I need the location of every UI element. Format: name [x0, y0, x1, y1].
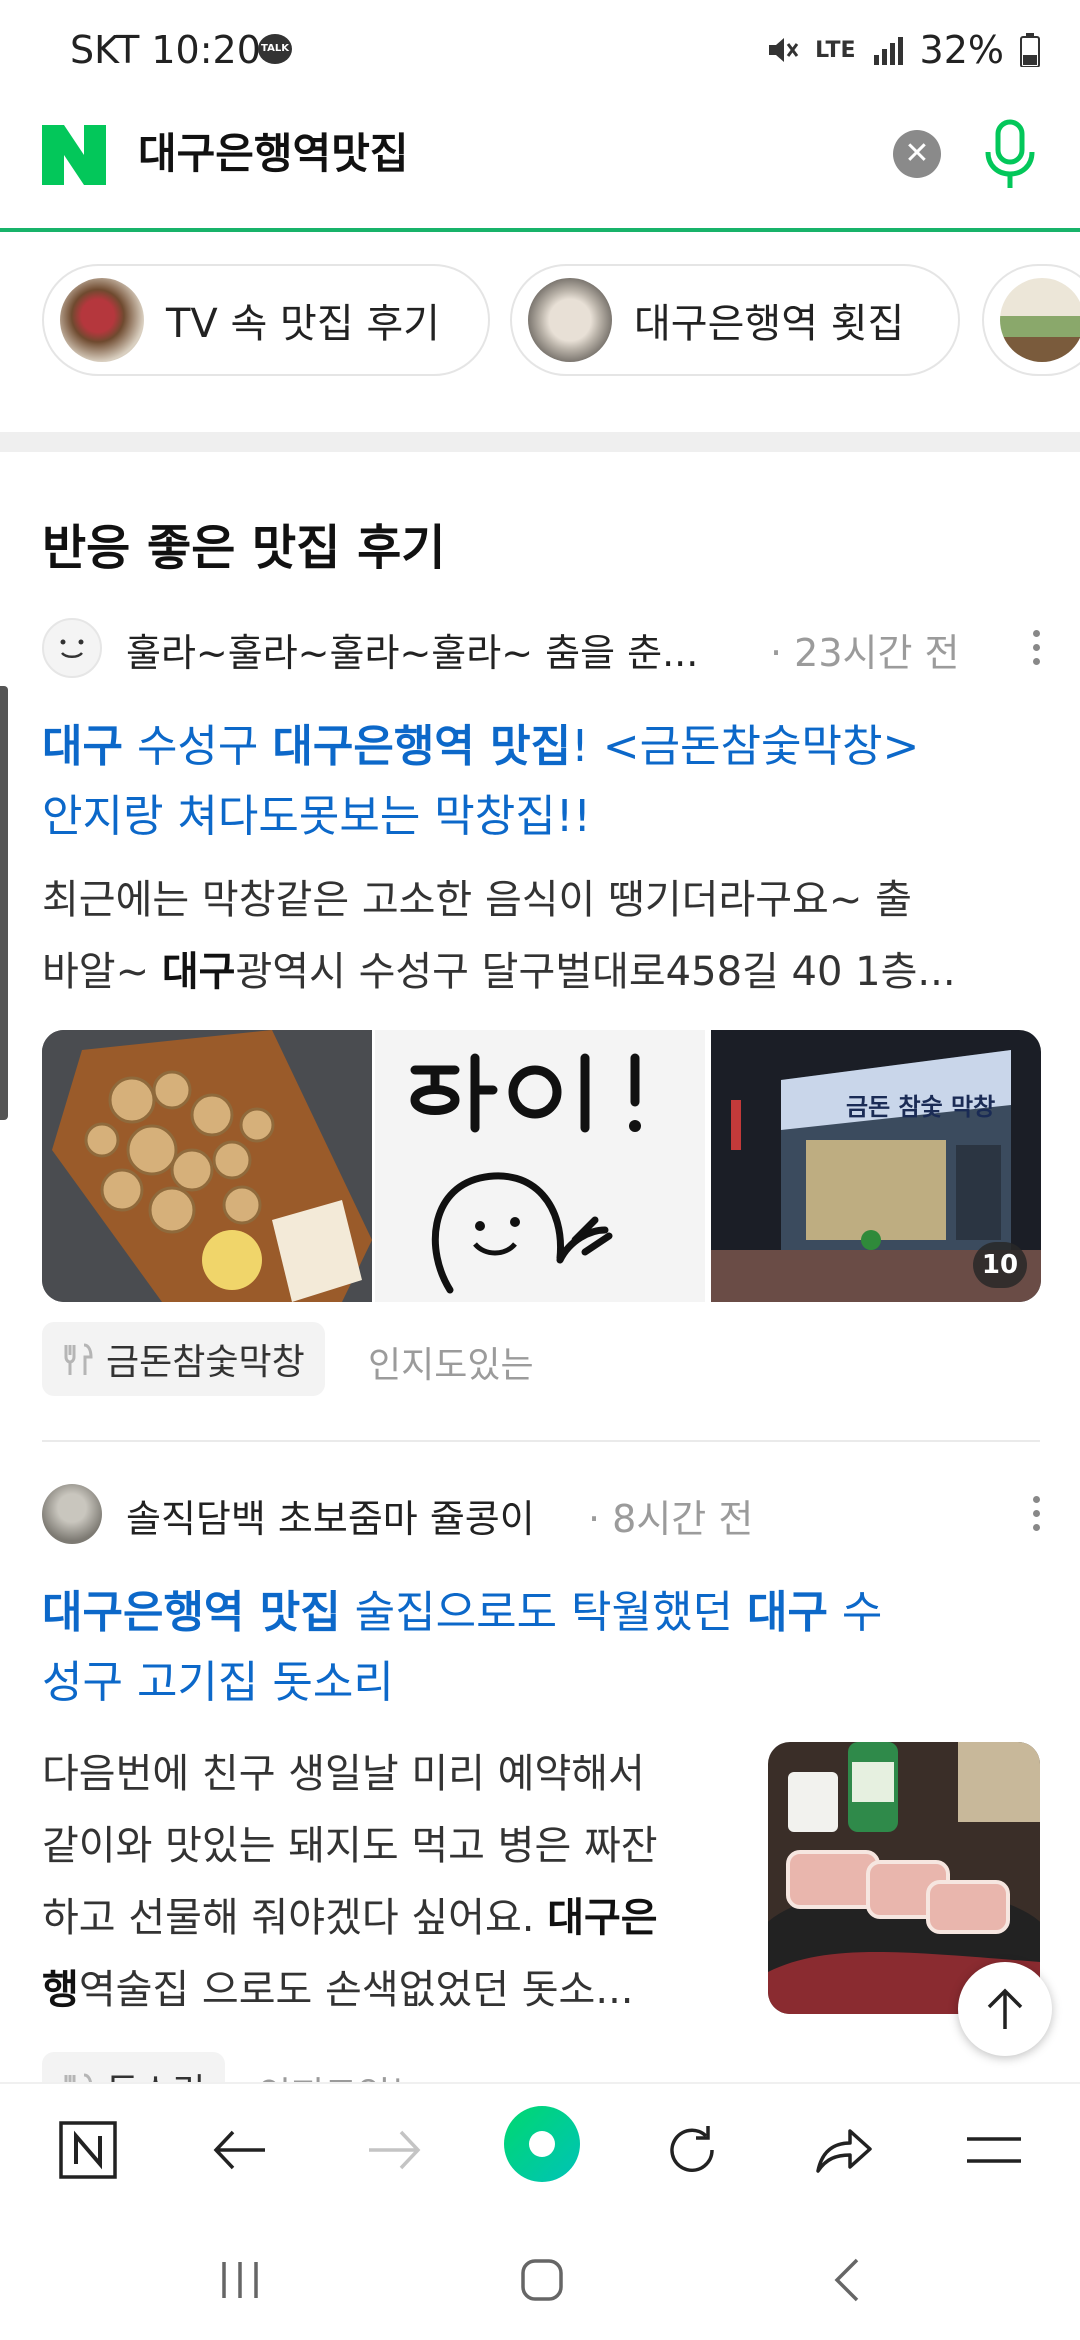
green-dot-button[interactable]: [502, 2104, 582, 2184]
desc-text: 바알~: [42, 949, 162, 995]
chip-thumbnail: [60, 278, 144, 362]
green-dot-icon: [504, 2106, 580, 2182]
scroll-to-top-button[interactable]: [958, 1962, 1052, 2056]
section-divider: [0, 432, 1080, 452]
clear-search-button[interactable]: ✕: [893, 130, 941, 178]
chip-thumbnail: [1000, 278, 1080, 362]
post-title[interactable]: 대구은행역 맛집 술집으로도 탁월했던 대구 수 성구 고기집 돗소리: [42, 1578, 1052, 1718]
desc-text: 하고 선물해 줘야겠다 싶어요.: [42, 1895, 548, 1941]
arrow-right-icon: [369, 2130, 421, 2170]
arrow-up-icon: [987, 1988, 1023, 2029]
home-button[interactable]: [50, 2112, 126, 2188]
post-time-text: 8시간 전: [612, 1497, 754, 1541]
back-button[interactable]: [202, 2112, 278, 2188]
post-time: · 23시간 전: [770, 631, 960, 675]
desc-highlight: 행: [42, 1967, 79, 2013]
scrollbar[interactable]: [0, 686, 8, 1120]
desc-text: 다음번에 친구 생일날 미리 예약해서: [42, 1751, 645, 1797]
recent-apps-icon: [222, 2262, 258, 2298]
recent-apps-button[interactable]: [200, 2240, 280, 2320]
post-description[interactable]: 다음번에 친구 생일날 미리 예약해서 같이와 맛있는 돼지도 먹고 병은 짜잔…: [42, 1738, 742, 2026]
status-icons: LTE 32%: [765, 28, 1040, 72]
menu-button[interactable]: [956, 2112, 1032, 2188]
title-text: ! <금돈참숯막창>: [571, 721, 920, 772]
chevron-left-icon: [834, 2258, 859, 2302]
forward-button[interactable]: [356, 2112, 432, 2188]
post-author[interactable]: 훌라~훌라~훌라~훌라~ 춤을 춘...: [126, 622, 698, 677]
hamburger-menu-icon: [967, 2137, 1021, 2163]
place-tag-subtext: 인지도있는: [368, 1345, 534, 1386]
post-description[interactable]: 최근에는 막창같은 고소한 음식이 땡기더라구요~ 출 바알~ 대구광역시 수성…: [42, 864, 1052, 1008]
microphone-icon[interactable]: [980, 118, 1040, 192]
title-text: 안지랑 쳐다도못보는 막창집!!: [42, 791, 592, 842]
hi-sticker-image: [410, 1053, 641, 1294]
author-avatar[interactable]: [42, 1484, 102, 1544]
post-time-text: 23시간 전: [794, 631, 960, 675]
more-options-icon[interactable]: [1030, 1496, 1042, 1536]
title-text: 수성구: [122, 721, 273, 772]
fork-knife-icon: [64, 1343, 93, 1375]
title-highlight: 대구은행역 맛집: [42, 1587, 341, 1638]
desc-text: 같이와 맛있는 돼지도 먹고 병은 짜잔: [42, 1823, 658, 1869]
battery-icon: [1020, 33, 1040, 67]
arrow-left-icon: [213, 2130, 265, 2170]
more-options-icon[interactable]: [1030, 630, 1042, 670]
title-highlight: 대구은행역 맛집: [272, 721, 572, 772]
desc-text: 최근에는 막창같은 고소한 음식이 땡기더라구요~ 출: [42, 877, 912, 923]
smile-icon: [60, 639, 84, 658]
title-highlight: 대구: [746, 1587, 828, 1638]
share-icon: [816, 2129, 872, 2173]
carrier-time: SKT 10:20: [70, 28, 261, 72]
post-image-food[interactable]: [42, 1030, 372, 1302]
post-divider: [42, 1440, 1040, 1442]
naver-logo-icon[interactable]: [42, 125, 106, 185]
system-back-button[interactable]: [806, 2240, 886, 2320]
system-home-button[interactable]: [502, 2240, 582, 2320]
place-tag[interactable]: 금돈참숯막창: [42, 1322, 325, 1396]
post-time: · 8시간 전: [588, 1497, 754, 1541]
image-count-badge: 10: [973, 1242, 1027, 1288]
chip-raw-fish[interactable]: 대구은행역 횟집: [510, 264, 960, 376]
network-label: LTE: [815, 37, 856, 63]
home-square-icon: [521, 2259, 563, 2301]
title-text: 술집으로도 탁월했던: [340, 1587, 747, 1638]
title-text: 수: [827, 1587, 883, 1638]
refresh-button[interactable]: [654, 2112, 730, 2188]
author-avatar[interactable]: [42, 618, 102, 678]
signal-icon: [873, 37, 903, 65]
chip-partial[interactable]: [982, 264, 1080, 376]
talk-notification-icon: TALK: [258, 34, 292, 64]
grilled-intestine-image: [42, 1030, 372, 1302]
status-bar: SKT 10:20 TALK LTE 32%: [0, 0, 1080, 100]
svg-text:금돈 참숯 막창: 금돈 참숯 막창: [846, 1093, 995, 1121]
desc-highlight: 대구: [161, 949, 236, 995]
desc-highlight: 대구은: [547, 1895, 658, 1941]
post-image-storefront[interactable]: 금돈 참숯 막창 10: [711, 1030, 1041, 1302]
chip-thumbnail: [528, 278, 612, 362]
title-highlight: 대구: [42, 721, 123, 772]
refresh-icon: [670, 2126, 714, 2172]
place-tag-label: 금돈참숯막창: [106, 1342, 305, 1383]
search-input[interactable]: 대구은행역맛집: [138, 120, 408, 181]
title-text: 성구 고기집 돗소리: [42, 1657, 394, 1708]
chip-label: 대구은행역 횟집: [634, 301, 905, 347]
post-title[interactable]: 대구 수성구 대구은행역 맛집! <금돈참숯막창> 안지랑 쳐다도못보는 막창집…: [42, 712, 1052, 852]
desc-text: 역술집 으로도 손색없었던 돗소...: [78, 1967, 634, 2013]
section-title: 반응 좋은 맛집 후기: [42, 520, 446, 576]
mute-icon: [769, 38, 799, 62]
post-image-sticker[interactable]: [375, 1030, 705, 1302]
chip-label: TV 속 맛집 후기: [166, 301, 440, 347]
battery-level: 32%: [919, 28, 1004, 72]
desc-text: 광역시 수성구 달구벌대로458길 40 1층...: [235, 949, 956, 995]
share-button[interactable]: [806, 2112, 882, 2188]
chip-tv-reviews[interactable]: TV 속 맛집 후기: [42, 264, 490, 376]
post-author[interactable]: 솔직담백 초보줌마 쥴콩이: [126, 1488, 535, 1543]
naver-home-icon: [59, 2121, 117, 2179]
